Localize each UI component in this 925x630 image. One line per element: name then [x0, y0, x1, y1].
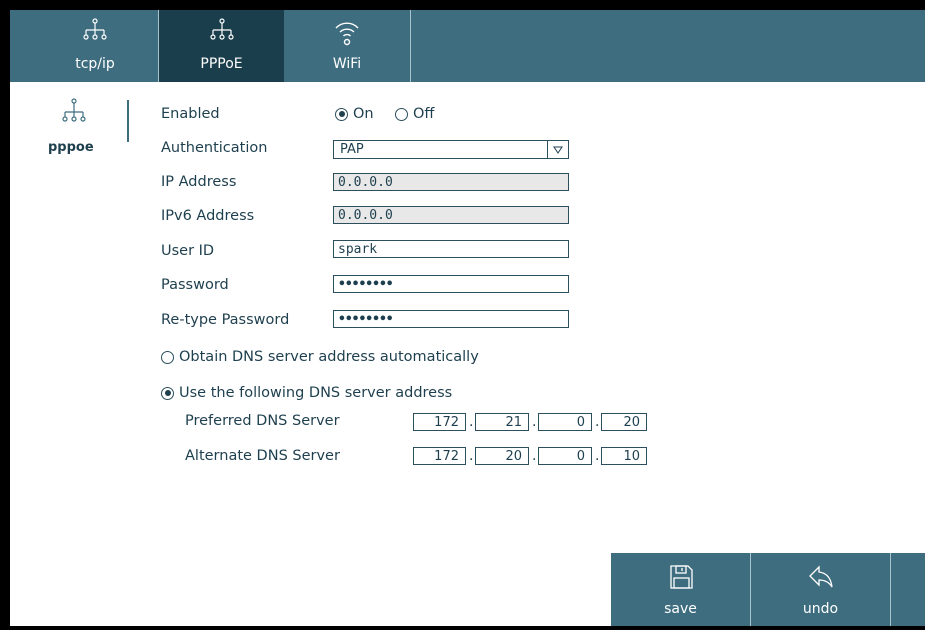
tab-wifi[interactable]: WiFi	[284, 10, 410, 82]
save-label: save	[664, 601, 697, 617]
password-label: Password	[161, 277, 229, 293]
user-id-field[interactable]: spark	[333, 240, 569, 258]
ip-address-field: 0.0.0.0	[333, 173, 569, 191]
octet-dot: .	[469, 448, 474, 464]
window-frame: tcp/ip PPPoE WiFi pppoe Enabled On Off A…	[0, 0, 925, 630]
tab-divider	[410, 10, 411, 82]
screen: tcp/ip PPPoE WiFi pppoe Enabled On Off A…	[10, 10, 925, 626]
undo-icon	[751, 563, 890, 593]
tab-pppoe[interactable]: PPPoE	[159, 10, 284, 82]
radio-checked-icon	[161, 386, 174, 400]
enabled-label: Enabled	[161, 106, 220, 122]
octet-dot: .	[532, 448, 537, 464]
preferred-dns-octet-3[interactable]: 0	[538, 413, 592, 431]
alternate-dns-octet-2[interactable]: 20	[475, 447, 529, 465]
dns-manual-label: Use the following DNS server address	[179, 385, 453, 401]
dns-auto-label: Obtain DNS server address automatically	[179, 349, 479, 365]
preferred-dns-octet-2[interactable]: 21	[475, 413, 529, 431]
octet-dot: .	[469, 414, 474, 430]
wifi-icon	[284, 18, 410, 48]
alternate-dns-octet-4[interactable]: 10	[601, 447, 647, 465]
preferred-dns-octet-1[interactable]: 172	[413, 413, 466, 431]
dropdown-triangle-icon[interactable]	[547, 141, 568, 158]
authentication-select[interactable]: PAP	[333, 140, 569, 159]
ipv6-address-label: IPv6 Address	[161, 208, 255, 224]
password-field[interactable]: ••••••••	[333, 275, 569, 293]
enabled-off-label: Off	[413, 106, 435, 122]
sidenav-separator	[127, 100, 129, 142]
undo-button[interactable]: undo	[751, 553, 890, 626]
save-button[interactable]: save	[611, 553, 750, 626]
sidenav-label: pppoe	[48, 140, 94, 155]
radio-unchecked-icon	[161, 350, 174, 364]
network-icon	[159, 18, 284, 48]
save-icon	[611, 563, 750, 593]
ipv6-address-field: 0.0.0.0	[333, 206, 569, 224]
action-bar: save undo	[611, 553, 925, 626]
preferred-dns-octet-4[interactable]: 20	[601, 413, 647, 431]
alternate-dns-octet-1[interactable]: 172	[413, 447, 466, 465]
radio-checked-icon	[335, 107, 348, 121]
tab-bar: tcp/ip PPPoE WiFi	[10, 10, 925, 82]
tab-label: tcp/ip	[75, 56, 115, 72]
dns-auto-radio[interactable]: Obtain DNS server address automatically	[161, 349, 479, 365]
authentication-value: PAP	[340, 142, 364, 157]
retype-password-field[interactable]: ••••••••	[333, 310, 569, 328]
octet-dot: .	[595, 448, 600, 464]
tab-tcpip[interactable]: tcp/ip	[32, 10, 158, 82]
retype-password-label: Re-type Password	[161, 312, 290, 328]
user-id-label: User ID	[161, 243, 215, 259]
undo-label: undo	[802, 601, 839, 617]
action-divider	[890, 553, 891, 626]
ip-address-label: IP Address	[161, 174, 237, 190]
preferred-dns-label: Preferred DNS Server	[185, 413, 340, 429]
dns-manual-radio[interactable]: Use the following DNS server address	[161, 385, 452, 401]
sidenav-item-pppoe[interactable]: pppoe	[40, 98, 110, 168]
network-icon	[62, 98, 86, 132]
alternate-dns-octet-3[interactable]: 0	[538, 447, 592, 465]
radio-unchecked-icon	[395, 107, 408, 121]
octet-dot: .	[595, 414, 600, 430]
enabled-on-radio[interactable]: On	[335, 106, 374, 122]
authentication-label: Authentication	[161, 140, 268, 156]
enabled-off-radio[interactable]: Off	[395, 106, 434, 122]
tab-label: WiFi	[332, 56, 362, 72]
tab-label: PPPoE	[200, 56, 243, 72]
enabled-on-label: On	[353, 106, 374, 122]
alternate-dns-label: Alternate DNS Server	[185, 448, 340, 464]
network-icon	[32, 18, 158, 48]
octet-dot: .	[532, 414, 537, 430]
